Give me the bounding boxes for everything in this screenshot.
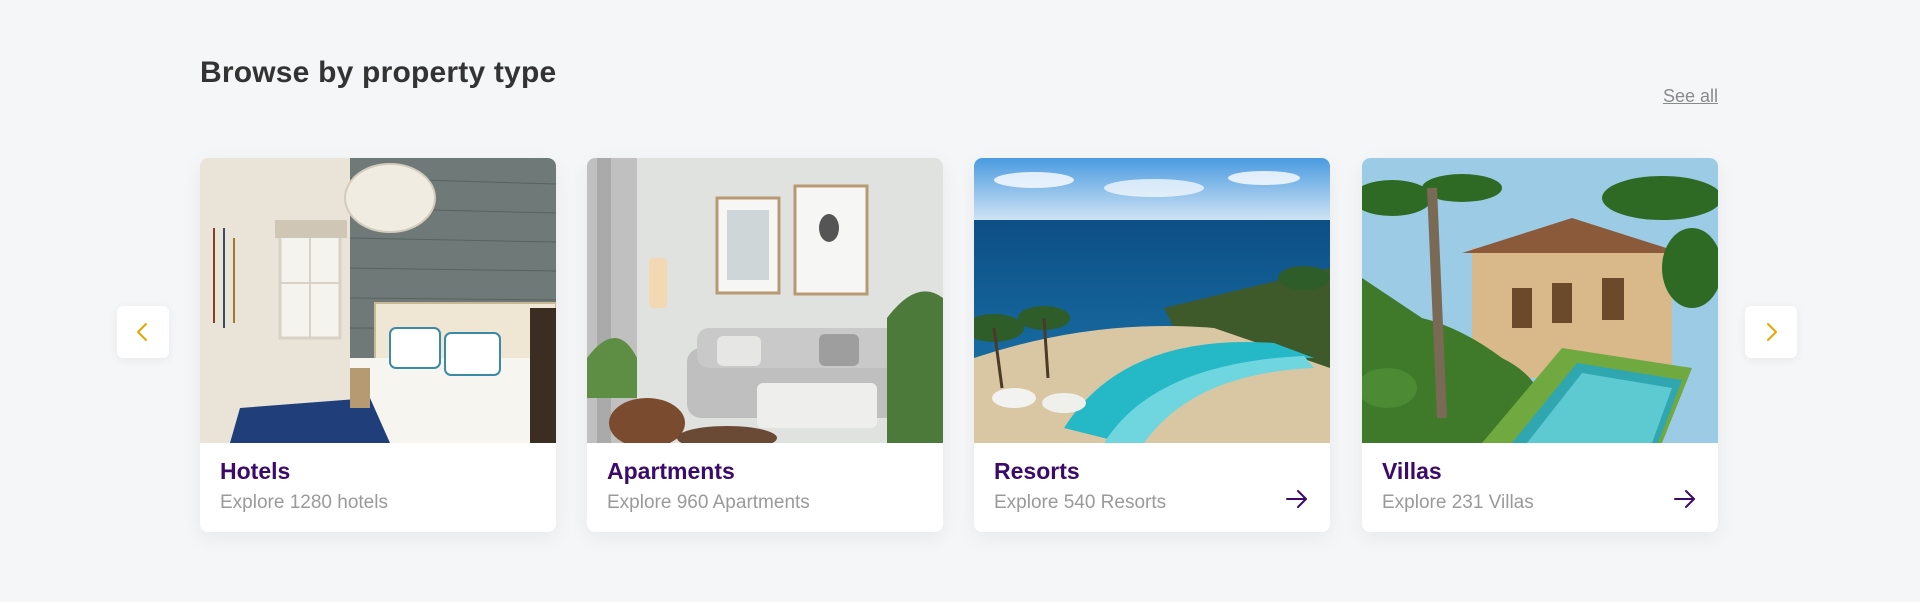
card-title: Apartments (607, 458, 735, 484)
property-card-hotels[interactable]: Hotels Explore 1280 hotels (200, 158, 556, 532)
chevron-right-icon (1767, 323, 1777, 341)
arrow-right-icon[interactable] (1284, 486, 1310, 512)
apartment-living-room-photo (587, 158, 943, 443)
card-subtitle: Explore 960 Apartments (607, 492, 810, 513)
card-subtitle: Explore 231 Villas (1382, 492, 1534, 513)
card-subtitle: Explore 540 Resorts (994, 492, 1167, 513)
section-title: Browse by property type (200, 56, 557, 89)
card-title: Resorts (994, 458, 1080, 484)
card-title: Hotels (220, 458, 291, 484)
arrow-right-icon[interactable] (1672, 486, 1698, 512)
carousel-prev-button[interactable] (117, 306, 169, 358)
hotel-bedroom-photo (200, 158, 556, 443)
property-card-apartments[interactable]: Apartments Explore 960 Apartments (587, 158, 943, 532)
card-title: Villas (1382, 458, 1442, 484)
villa-pool-garden-photo (1362, 158, 1718, 443)
chevron-left-icon (137, 323, 147, 341)
card-subtitle: Explore 1280 hotels (220, 492, 388, 513)
property-card-resorts[interactable]: Resorts Explore 540 Resorts (974, 158, 1330, 532)
see-all-link[interactable]: See all (1663, 86, 1718, 107)
resort-pool-ocean-photo (974, 158, 1330, 443)
property-card-villas[interactable]: Villas Explore 231 Villas (1362, 158, 1718, 532)
carousel-next-button[interactable] (1745, 306, 1797, 358)
